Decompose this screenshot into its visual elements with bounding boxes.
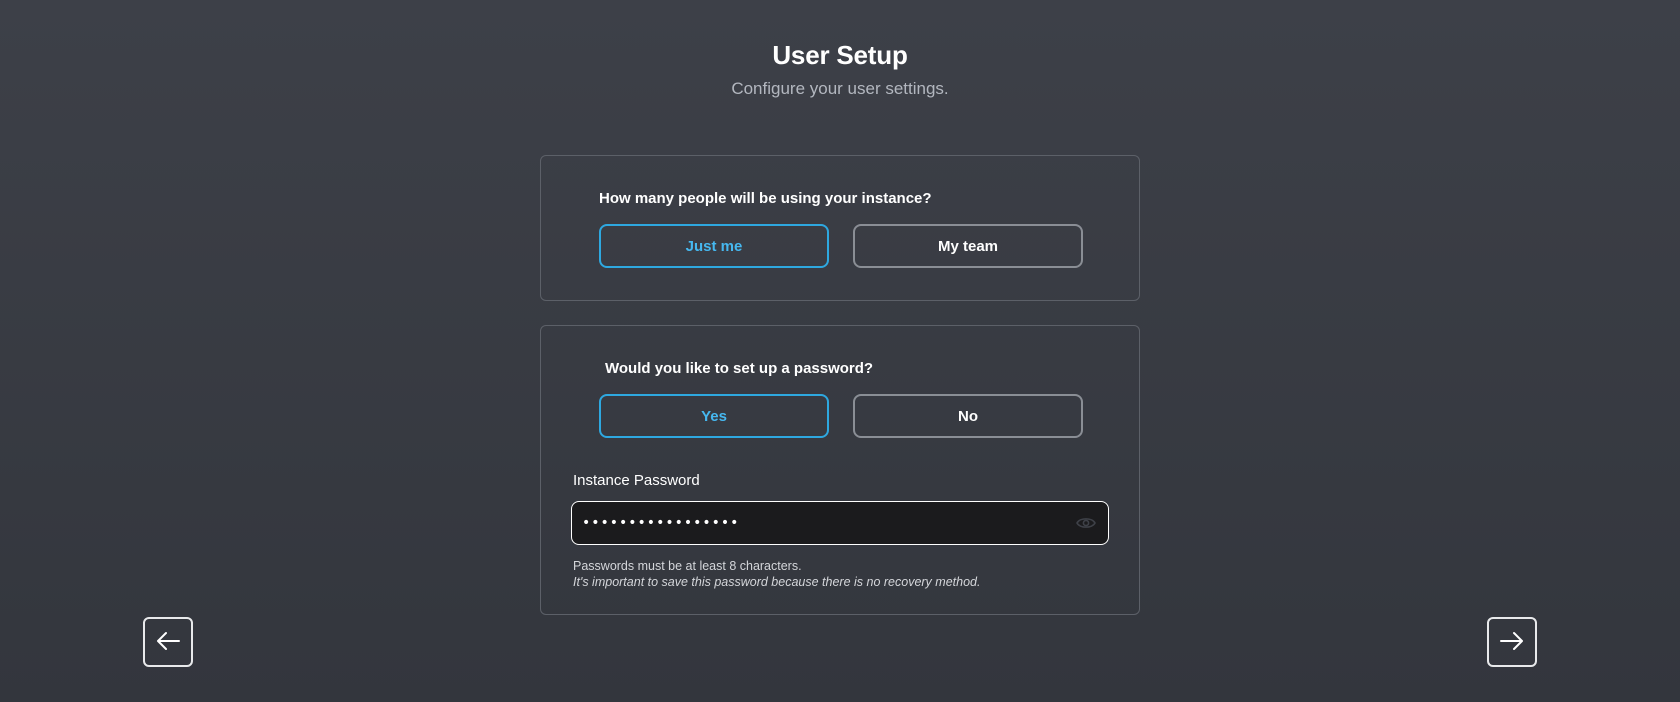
users-question-label: How many people will be using your insta…: [599, 190, 932, 207]
password-field: [571, 501, 1109, 545]
users-card: How many people will be using your insta…: [540, 155, 1140, 301]
password-field-label: Instance Password: [573, 472, 700, 489]
password-no-button[interactable]: No: [853, 394, 1083, 438]
password-input[interactable]: [582, 502, 1062, 544]
password-question-label: Would you like to set up a password?: [605, 360, 874, 377]
my-team-button[interactable]: My team: [853, 224, 1083, 268]
just-me-button[interactable]: Just me: [599, 224, 829, 268]
password-hint-recovery: It's important to save this password bec…: [573, 575, 981, 589]
next-button[interactable]: [1487, 617, 1537, 667]
header: User Setup Configure your user settings.: [0, 40, 1680, 99]
password-yes-button[interactable]: Yes: [599, 394, 829, 438]
eye-icon[interactable]: [1076, 514, 1096, 532]
arrow-left-icon: [155, 630, 181, 655]
page-title: User Setup: [772, 40, 908, 70]
page-subtitle: Configure your user settings.: [731, 79, 949, 98]
password-hint-min-length: Passwords must be at least 8 characters.: [573, 559, 802, 573]
back-button[interactable]: [143, 617, 193, 667]
arrow-right-icon: [1499, 630, 1525, 655]
password-card: Would you like to set up a password? Yes…: [540, 325, 1140, 615]
